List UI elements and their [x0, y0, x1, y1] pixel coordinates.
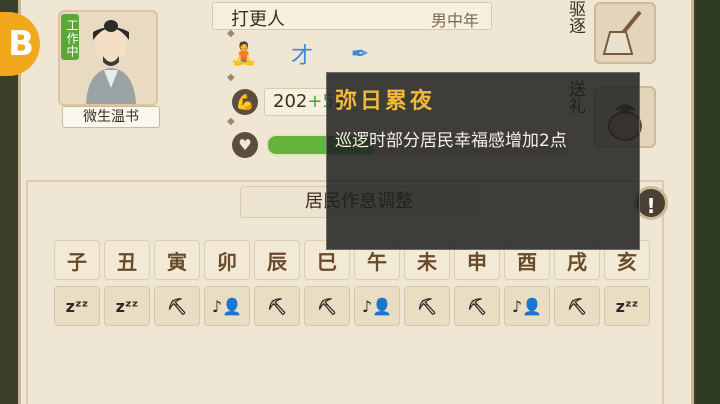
pickaxe-icon[interactable]: ⛏	[154, 286, 200, 326]
leisure-person-icon[interactable]: ♪👤	[204, 286, 250, 326]
trait-row: 🧘 才 ✒	[230, 40, 374, 70]
expel-button[interactable]	[594, 2, 656, 64]
pickaxe-icon[interactable]: ⛏	[304, 286, 350, 326]
tooltip-description: 巡逻时部分居民幸福感增加2点	[335, 131, 567, 151]
pickaxe-icon[interactable]: ⛏	[554, 286, 600, 326]
sleep-icon[interactable]: zᶻᶻ	[104, 286, 150, 326]
job-subtitle: 男中年	[430, 11, 479, 30]
meditate-icon[interactable]: 🧘	[230, 40, 258, 68]
broom-icon	[602, 10, 642, 55]
hour-cell[interactable]: 卯	[204, 240, 250, 280]
leisure-person-icon[interactable]: ♪👤	[354, 286, 400, 326]
hour-cell[interactable]: 丑	[104, 240, 150, 280]
character-name: 微生温书	[62, 106, 160, 128]
character-avatar-icon	[86, 20, 136, 104]
feather-icon[interactable]: ✒	[346, 40, 374, 68]
tooltip-title: 弥日累夜	[335, 88, 436, 114]
expel-label: 驱逐	[565, 0, 585, 34]
hour-cell[interactable]: 子	[54, 240, 100, 280]
schedule-grid: 子丑寅卯辰巳午未申酉戌亥 zᶻᶻ zᶻᶻ ⛏ ♪👤 ⛏ ⛏ ♪👤 ⛏ ⛏ ♪👤 ⛏ zᶻᶻ	[54, 240, 650, 332]
row-markers: ◆ ◆ ◆	[227, 28, 235, 127]
hour-cell[interactable]: 寅	[154, 240, 200, 280]
sleep-icon[interactable]: zᶻᶻ	[604, 286, 650, 326]
muscle-icon: 💪	[232, 89, 258, 115]
pickaxe-icon[interactable]: ⛏	[404, 286, 450, 326]
leisure-person-icon[interactable]: ♪👤	[504, 286, 550, 326]
background-scene-edge	[696, 0, 720, 404]
working-status-tag: 工作中	[61, 14, 79, 60]
job-box: 打更人 男中年	[212, 2, 492, 30]
stat-value: 202	[273, 91, 308, 112]
pickaxe-icon[interactable]: ⛏	[254, 286, 300, 326]
activity-row: zᶻᶻ zᶻᶻ ⛏ ♪👤 ⛏ ⛏ ♪👤 ⛏ ⛏ ♪👤 ⛏ zᶻᶻ	[54, 286, 650, 326]
pickaxe-icon[interactable]: ⛏	[454, 286, 500, 326]
heart-icon: ♥	[232, 132, 258, 158]
trait-tooltip: 弥日累夜 巡逻时部分居民幸福感增加2点	[326, 72, 640, 250]
brush-stroke-icon[interactable]: 才	[288, 40, 316, 69]
hour-cell[interactable]: 辰	[254, 240, 300, 280]
job-title: 打更人	[231, 9, 285, 30]
sleep-icon[interactable]: zᶻᶻ	[54, 286, 100, 326]
